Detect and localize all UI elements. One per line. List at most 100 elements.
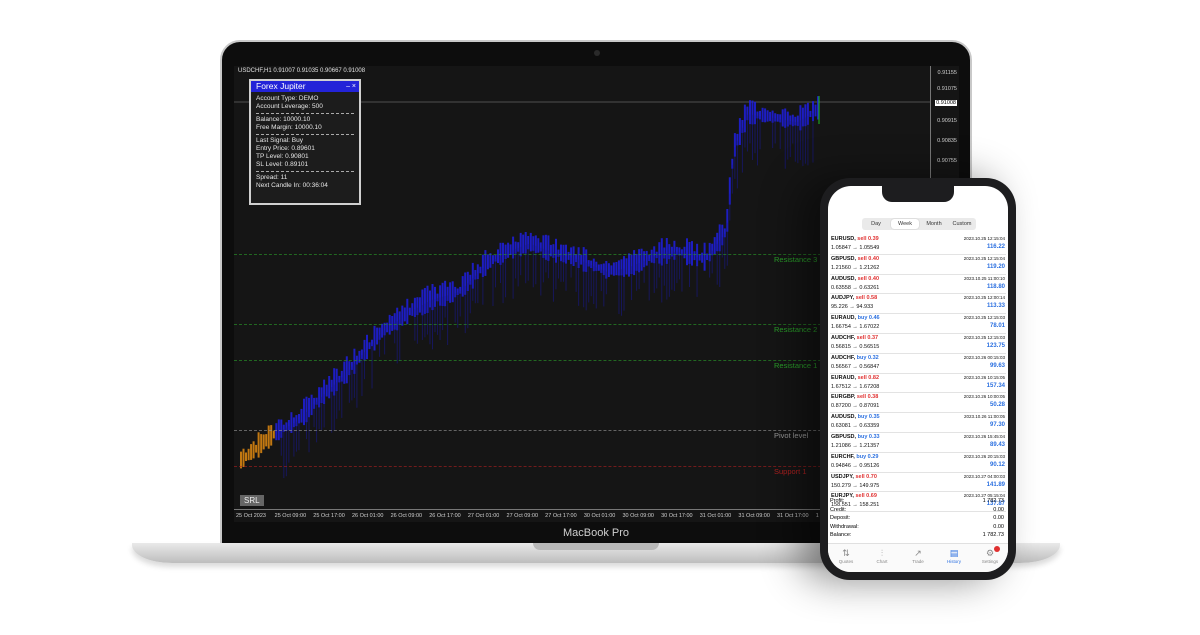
segment-month[interactable]: Month	[920, 218, 948, 230]
candle	[270, 425, 273, 446]
trade-profit: 50.28	[989, 402, 1005, 409]
trade-row[interactable]: AUDUSD, sell 0.40 0.63558 → 0.63261 2023.1…	[830, 275, 1006, 295]
time-axis-label: 26 Oct 09:00	[390, 513, 423, 519]
trade-history-list[interactable]: EURUSD, sell 0.39 1.05847 → 1.05549 2023.1…	[830, 235, 1006, 513]
camera	[594, 50, 600, 56]
time-axis-label: 31 Oct 09:00	[738, 513, 770, 519]
trade-date: 2023.10.26 10:15:05	[963, 374, 1005, 380]
candle	[366, 334, 368, 360]
trade-row[interactable]: GBPUSD, buy 0.33 1.21086 → 1.21357 2023.10…	[830, 433, 1006, 453]
free-margin: Free Margin: 10000.10	[256, 124, 322, 131]
chart-icon: ⫶	[880, 548, 884, 558]
trade-row[interactable]: AUDUSD, buy 0.35 0.63081 → 0.63359 2023.10…	[830, 413, 1006, 433]
candle	[408, 307, 411, 316]
time-axis-label: 30 Oct 09:00	[622, 513, 654, 519]
candle	[628, 253, 630, 277]
period-segmented-control[interactable]: Day Week Month Custom	[862, 218, 976, 230]
candle	[403, 307, 406, 322]
tab-label: Trade	[912, 559, 924, 564]
trade-row[interactable]: GBPUSD, sell 0.40 1.21560 → 1.21262 2023.1…	[830, 255, 1006, 275]
trade-row[interactable]: EURAUD, sell 0.82 1.67512 → 1.67208 2023.1…	[830, 374, 1006, 394]
trade-date: 2023.10.25 12:00:14	[963, 295, 1005, 301]
trade-row[interactable]: AUDJPY, sell 0.58 95.226 → 94.933 2023.10.…	[830, 294, 1006, 315]
candle	[683, 246, 686, 259]
panel-body: Account Type: DEMO Account Leverage: 500…	[251, 92, 359, 193]
trade-symbol: AUDUSD,	[831, 414, 857, 421]
price-axis-label: 0.90835	[937, 138, 957, 144]
level-label: Resistance 2	[774, 325, 818, 334]
segment-day[interactable]: Day	[862, 218, 890, 230]
panel-window-controls[interactable]: – ×	[346, 81, 356, 92]
candle	[300, 408, 303, 423]
candle	[776, 114, 779, 122]
settings-icon: ⚙	[985, 548, 995, 558]
segment-week[interactable]: Week	[891, 219, 919, 229]
trade-action: buy 0.35	[857, 414, 880, 421]
trade-date: 2023.10.25 12:15:03	[963, 334, 1005, 340]
trade-action: sell 0.38	[856, 394, 879, 401]
tab-trade[interactable]: ↗ Trade	[900, 544, 936, 572]
tab-label: History	[946, 559, 961, 564]
phone-screen: Day Week Month Custom EURUSD, sell 0.39 1.05…	[828, 186, 1008, 572]
time-axis-label: 30 Oct 17:00	[661, 513, 693, 519]
trade-row[interactable]: EURAUD, buy 0.46 1.66754 → 1.67022 2023.10…	[830, 314, 1006, 334]
candle	[373, 325, 376, 351]
trade-row[interactable]: EURUSD, sell 0.39 1.05847 → 1.05549 2023.1…	[830, 235, 1006, 255]
trade-row[interactable]: EURGBP, sell 0.38 0.87200 → 0.87091 2023.1…	[830, 393, 1006, 414]
divider	[256, 171, 354, 172]
time-axis-label: 31 Oct 17:00	[777, 513, 809, 519]
candle	[411, 303, 414, 316]
panel-header[interactable]: Forex Jupiter – ×	[251, 81, 359, 92]
phone-notch	[882, 186, 954, 202]
summary-label: Profit:	[830, 498, 845, 504]
trade-row[interactable]: AUDCHF, buy 0.32 0.56567 → 0.56847 2023.10…	[830, 354, 1006, 374]
candle	[418, 297, 421, 313]
candle	[252, 441, 255, 459]
trade-row[interactable]: EURCHF, buy 0.29 0.94846 → 0.95126 2023.10…	[830, 453, 1006, 473]
trade-symbol: EURAUD,	[831, 315, 857, 322]
trade-row[interactable]: USDJPY, sell 0.70 150.279 → 149.975 2023.1…	[830, 473, 1006, 493]
account-leverage: Account Leverage: 500	[256, 103, 323, 110]
segment-custom[interactable]: Custom	[948, 218, 976, 230]
candle	[738, 118, 741, 145]
trade-date: 2023.10.27 04:00:03	[963, 473, 1005, 479]
candle	[376, 327, 379, 345]
tab-quotes[interactable]: ⇅ Quotes	[828, 544, 864, 572]
candle	[343, 361, 346, 384]
candle	[489, 253, 492, 268]
candle	[781, 109, 784, 127]
trade-row[interactable]: AUDCHF, sell 0.37 0.56815 → 0.56515 2023.1…	[830, 334, 1006, 354]
trade-symbol: AUDCHF,	[831, 334, 856, 341]
trade-symbol: EURCHF,	[831, 453, 855, 460]
candle	[272, 430, 275, 439]
panel-title: Forex Jupiter	[256, 81, 306, 91]
candle	[303, 398, 305, 426]
trade-action: sell 0.37	[856, 334, 879, 341]
trade-prices: 0.63081 → 0.63359	[831, 423, 880, 430]
summary-row: Balance: 1 782.73	[830, 532, 1006, 541]
candle	[769, 111, 772, 122]
tab-label: Settings	[981, 559, 999, 564]
candle	[250, 444, 253, 460]
candle	[275, 423, 278, 441]
trade-date: 2023.10.25 11:00:10	[964, 275, 1005, 281]
tab-history[interactable]: ▤ History	[936, 544, 972, 572]
trade-prices: 1.21560 → 1.21262	[831, 264, 880, 271]
bottom-tab-bar[interactable]: ⇅ Quotes ⫶ Chart ↗ Trade ▤ History ⚙ Settings	[828, 543, 1008, 572]
trade-prices: 1.67512 → 1.67208	[831, 383, 880, 390]
trade-date: 2023.10.26 11:00:05	[964, 414, 1005, 420]
tab-settings[interactable]: ⚙ Settings	[972, 544, 1008, 572]
time-axis-label: 25 Oct 2023	[236, 513, 266, 519]
trade-action: sell 0.39	[857, 236, 879, 242]
srl-label[interactable]: SRL	[240, 495, 264, 506]
tab-chart[interactable]: ⫶ Chart	[864, 544, 900, 572]
trade-date: 2023.10.26 00:15:03	[963, 354, 1005, 360]
trade-title: EURUSD, sell 0.39	[831, 236, 879, 242]
candle	[368, 342, 371, 350]
entry-price: Entry Price: 0.89601	[256, 145, 315, 152]
candle	[449, 282, 452, 303]
trade-prices: 1.21086 → 1.21357	[831, 442, 880, 449]
trade-title: EURAUD, buy 0.46	[831, 315, 880, 321]
forex-jupiter-panel[interactable]: Forex Jupiter – × Account Type: DEMO Acc…	[249, 79, 361, 205]
trade-profit: 113.33	[986, 303, 1005, 310]
